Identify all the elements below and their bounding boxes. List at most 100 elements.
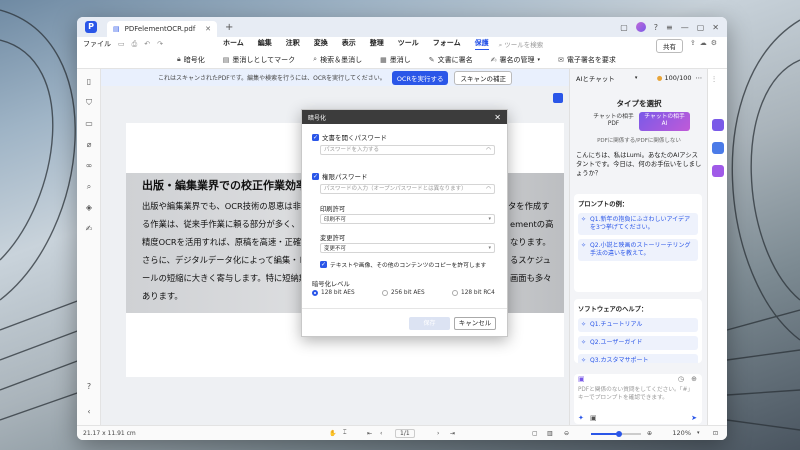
level-option-128-rc4[interactable]: 128 bit RC4 [452, 290, 495, 296]
collapse-left-icon[interactable]: ‹ [83, 407, 95, 419]
print-icon[interactable]: ⎙ [132, 40, 138, 49]
menu-home[interactable]: ホーム [223, 38, 244, 50]
ai-assistant-icon[interactable] [712, 119, 724, 131]
print-permission-select[interactable]: 印刷不可 ▾ [320, 214, 495, 224]
add-chat-icon[interactable]: ⊕ [691, 375, 697, 383]
document-fragment: 画面も多々 [510, 273, 552, 283]
last-page-icon[interactable]: ⇥ [450, 430, 455, 437]
clock-icon[interactable]: ◷ [678, 375, 684, 383]
select-tool-icon[interactable]: ⌶ [343, 429, 347, 437]
collapse-panel-icon[interactable] [553, 93, 563, 103]
close-tab-icon[interactable]: ✕ [205, 25, 211, 33]
history-icon[interactable]: ▣ [578, 375, 585, 383]
menu-tools[interactable]: ツール [398, 38, 419, 50]
image-icon[interactable]: ▣ [590, 414, 597, 422]
zoom-slider-knob[interactable] [615, 431, 622, 437]
eye-icon[interactable]: ◠ [486, 146, 491, 154]
minimize-icon[interactable]: — [681, 23, 689, 32]
redo-icon[interactable]: ↷ [157, 40, 163, 48]
menu-icon[interactable]: ≡ [666, 23, 673, 32]
first-page-icon[interactable]: ⇤ [367, 430, 372, 437]
zoom-level[interactable]: 120% [672, 429, 691, 437]
fullscreen-icon[interactable]: ⊡ [713, 430, 718, 437]
new-tab-button[interactable]: + [225, 22, 233, 33]
permission-password-input[interactable]: パスワードの入力（オープンパスワードとは異なります） ◠ [320, 184, 495, 194]
next-page-icon[interactable]: › [437, 430, 439, 437]
menu-form[interactable]: フォーム [433, 38, 461, 50]
fit-page-icon[interactable]: ▢ [532, 430, 538, 437]
attachment-icon[interactable]: ⌀ [83, 140, 95, 152]
chat-input[interactable]: ▣ ◷ ⊕ PDFと関係のない質問をしてください。「#」キーでプロンプトを確認で… [574, 374, 702, 424]
allow-copy-checkbox[interactable]: ✓ テキストや画像、その他のコンテンツのコピーを許可します [320, 260, 486, 269]
save-button[interactable]: 保存 [409, 317, 450, 330]
sign-document-tool[interactable]: ✎ 文書に署名 [429, 55, 473, 65]
menu-organize[interactable]: 整理 [370, 38, 384, 50]
eye-icon[interactable]: ◠ [486, 185, 491, 193]
settings-icon[interactable]: ⚙ [711, 39, 721, 47]
prompt-example-1[interactable]: Q1.新年の抱負にふさわしいアイデアを3つ挙げてください。 [578, 213, 698, 235]
cloud-icon[interactable]: ☁ [700, 39, 711, 47]
tool-search[interactable]: ⌕ ツールを検索 [499, 39, 544, 50]
help-icon[interactable]: ? [654, 23, 658, 32]
open-password-input[interactable]: パスワードを入力する ◠ [320, 145, 495, 155]
search-icon[interactable]: ⌕ [83, 182, 95, 194]
search-redact-tool[interactable]: ⌕ 検索＆墨消し [313, 55, 362, 65]
page-layout-icon[interactable]: ▥ [547, 430, 553, 437]
run-ocr-button[interactable]: OCRを実行する [391, 70, 449, 85]
page-thumbnail-icon[interactable]: ▯ [83, 77, 95, 89]
sliders-icon[interactable]: ⫶ [713, 75, 715, 85]
level-option-128-aes[interactable]: 128 bit AES [312, 290, 355, 296]
redact-tool[interactable]: ▦ 墨消し [380, 55, 411, 65]
help-circle-icon[interactable]: ? [83, 382, 95, 394]
menu-convert[interactable]: 変換 [314, 38, 328, 50]
improve-scan-button[interactable]: スキャンの補正 [454, 70, 512, 85]
request-esign-tool[interactable]: ✉ 電子署名を要求 [558, 55, 616, 65]
menu-file[interactable]: ファイル [83, 39, 111, 49]
bulb-icon[interactable]: ✦ [578, 414, 584, 422]
change-permission-select[interactable]: 変更不可 ▾ [320, 243, 495, 253]
ai-mode-select[interactable]: AIとチャット [576, 73, 615, 83]
level-option-256-aes[interactable]: 256 bit AES [382, 290, 425, 296]
radio-icon [452, 290, 458, 296]
chat-ai-option[interactable]: チャットの相手 AI [639, 112, 690, 131]
page-indicator[interactable]: 1/1 [395, 429, 415, 438]
document-tab[interactable]: ▤ PDFelementOCR.pdf ✕ [107, 21, 217, 37]
menu-comment[interactable]: 注釈 [286, 38, 300, 50]
permission-password-checkbox[interactable]: ✓ 権限パスワード [312, 171, 368, 181]
layers-icon[interactable]: ◈ [83, 203, 95, 215]
translate-icon[interactable] [712, 142, 724, 154]
sidebar-toggle-icon[interactable]: ▢ [620, 23, 628, 32]
zoom-slider[interactable] [591, 431, 641, 437]
help-item-guide[interactable]: Q2.ユーザーガイド [578, 336, 698, 350]
maximize-icon[interactable]: ▢ [697, 23, 705, 32]
save-icon[interactable]: ▭ [118, 40, 125, 48]
menu-edit[interactable]: 編集 [258, 38, 272, 50]
prompt-example-2[interactable]: Q2.小説と映画のストーリーテリング手法の違いを教えて。 [578, 239, 698, 261]
help-item-support[interactable]: Q3.カスタマサポート [578, 354, 698, 363]
open-password-checkbox[interactable]: ✓ 文書を開くパスワード [312, 132, 387, 142]
menu-protect[interactable]: 保護 [474, 38, 489, 50]
hand-tool-icon[interactable]: ✋ [329, 430, 336, 437]
close-window-icon[interactable]: ✕ [712, 23, 719, 32]
cancel-button[interactable]: キャンセル [454, 317, 496, 330]
help-item-tutorial[interactable]: Q1.チュートリアル [578, 318, 698, 332]
zoom-in-icon[interactable]: ⊕ [647, 430, 652, 437]
signature-icon[interactable]: ✍ [83, 224, 95, 236]
zoom-out-icon[interactable]: ⊖ [564, 430, 569, 437]
menu-view[interactable]: 表示 [342, 38, 356, 50]
edit-ai-icon[interactable] [712, 165, 724, 177]
prev-page-icon[interactable]: ‹ [380, 430, 382, 437]
encrypt-tool[interactable]: 🔒︎ 暗号化 [177, 55, 205, 65]
avatar[interactable] [635, 22, 646, 32]
chat-pdf-option[interactable]: チャットの相手 PDF [588, 112, 639, 131]
link-icon[interactable]: ∞ [83, 161, 95, 173]
undo-icon[interactable]: ↶ [144, 40, 150, 48]
more-icon[interactable]: ⋯ [696, 74, 703, 82]
bookmark-icon[interactable]: ⛉ [83, 98, 95, 110]
send-icon[interactable]: ➤ [691, 414, 697, 422]
upload-icon[interactable]: ⇪ [690, 39, 700, 47]
dialog-close-icon[interactable]: ✕ [494, 113, 501, 122]
manage-signature-tool[interactable]: ✍ 署名の管理 ▾ [491, 55, 540, 65]
mark-redaction-tool[interactable]: ▤ 墨消しとしてマーク [223, 55, 295, 65]
comment-icon[interactable]: ▭ [83, 119, 95, 131]
